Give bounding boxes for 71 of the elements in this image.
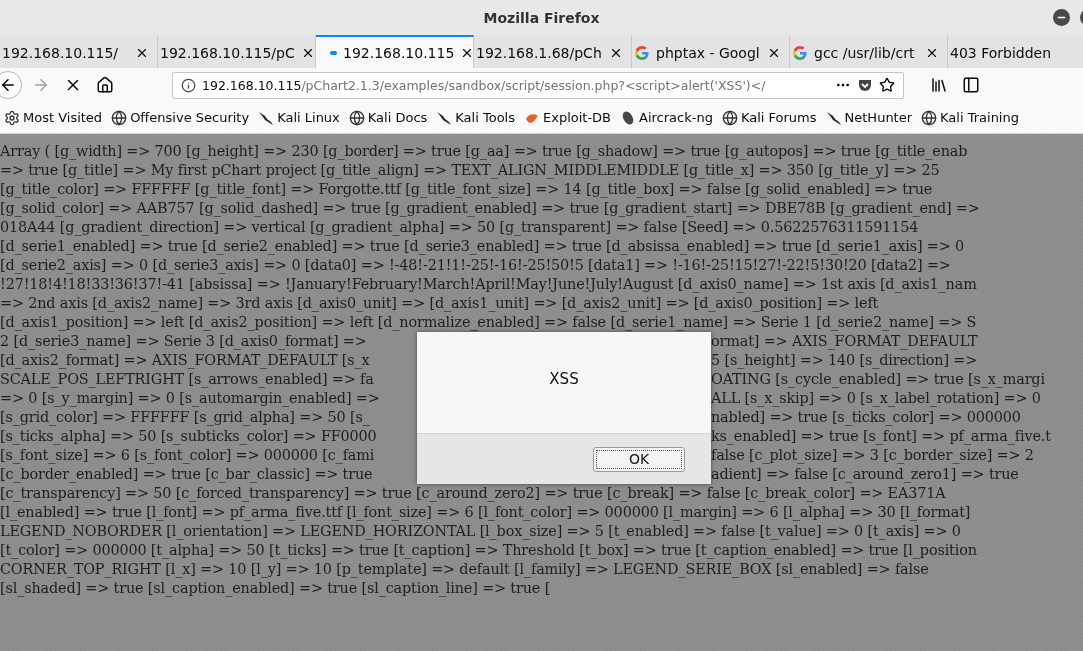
globe-icon xyxy=(721,109,738,126)
window-title: Mozilla Firefox xyxy=(483,9,600,26)
globe-icon xyxy=(111,109,128,126)
home-icon[interactable] xyxy=(96,76,114,94)
page-text: [c_border_enabled] => true [c_bar_classic] => true xyxy=(0,466,373,482)
tab-title: 192.168.10.115 xyxy=(343,44,455,61)
tab-title: gcc /usr/lib/crt xyxy=(814,44,916,61)
globe-icon xyxy=(921,109,938,126)
library-icon[interactable] xyxy=(930,76,948,94)
bookmark[interactable]: Kali Linux xyxy=(258,109,340,126)
page-text: !27!18!4!18!33!36!37!-41 [absissa] => !January!February!March!April!May!June!July!August [d_axis0_name] => 1st axis [d_axis1_nam xyxy=(0,275,977,294)
back-button[interactable] xyxy=(0,71,22,99)
bookmark[interactable]: Most Visited xyxy=(4,109,103,126)
pocket-icon[interactable] xyxy=(857,77,873,93)
bookmark[interactable]: Kali Training xyxy=(921,109,1019,126)
page-text: 2 [d_serie3_name] => Serie 3 [d_axis0_format] => xyxy=(0,333,367,349)
bookmark[interactable]: Aircrack-ng xyxy=(620,109,713,126)
page-text: ALL [s_x_skip] => 0 [s_x_label_rotation] => 0 xyxy=(711,389,1041,408)
google-icon xyxy=(634,44,650,61)
page-text: [d_axis1_position] => left [d_axis2_position] => left [d_normalize_enabled] => false [d_serie1_name] => Serie 1 [d_serie2_name] => S xyxy=(0,313,977,332)
bookmark[interactable]: Kali Forums xyxy=(721,109,817,126)
tab-title: 192.168.10.115/pC xyxy=(160,44,295,61)
address-bar[interactable]: 192.168.10.115/pChart2.1.3/examples/sandbox/script/session.php?<script>alert('XSS')</ xyxy=(172,71,904,99)
page-text: [s_grid_color] => FFFFFF [s_grid_alpha] => 50 [s_ xyxy=(0,409,370,425)
star-icon[interactable] xyxy=(879,77,895,93)
page-text: [d_serie2_axis] => 0 [d_serie3_axis] => 0 [data0] => !-48!-21!1!-25!-16!-25!50!5 [data1] => !-16!-25!15!27!-22!5!30!20 [data2] => xyxy=(0,256,951,275)
page-text: SCALE_POS_LEFTRIGHT [s_arrows_enabled] => fa xyxy=(0,371,374,387)
page-text: [l_enabled] => true [l_font] => pf_arma_five.ttf [l_font_size] => 6 [l_font_color] => 000000 [l_margin] => 6 [l_alpha] => 30 [l_format] xyxy=(0,503,971,522)
page-text: OATING [s_cycle_enabled] => true [s_x_margi xyxy=(711,370,1045,389)
bookmark[interactable]: Kali Docs xyxy=(348,109,428,126)
minimize-button[interactable] xyxy=(1053,9,1070,26)
page-text: => 2nd axis [d_axis2_name] => 3rd axis [d_axis0_unit] => [d_axis1_unit] => [d_axis2_unit] => [d_axis0_position] => left xyxy=(0,294,879,313)
page-text: ks_enabled] => true [s_font] => pf_arma_five.t xyxy=(711,427,1051,446)
page-text: Array ( [g_width] => 700 [g_height] => 230 [g_border] => true [g_aa] => true [g_shadow] => true [g_autopos] => true [g_title_enab xyxy=(0,142,968,161)
browser-tab[interactable]: 192.168.10.115 xyxy=(316,35,474,68)
tab-title: 192.168.10.115/ xyxy=(2,44,120,61)
page-text: [s_ticks_alpha] => 50 [s_subticks_color] => FF0000 xyxy=(0,428,377,444)
tab-title: phptax - Googl xyxy=(656,44,761,61)
page-text: false [c_plot_size] => 3 [c_border_size] => 2 xyxy=(711,446,1034,465)
tab-title: 192.168.1.68/pCh xyxy=(476,44,603,61)
page-text: [d_axis2_format] => AXIS_FORMAT_DEFAULT [s_x xyxy=(0,352,370,368)
bookmark[interactable]: NetHunter xyxy=(825,109,913,126)
page-text: nabled] => true [s_ticks_color] => 000000 xyxy=(711,408,1021,427)
globe-icon xyxy=(348,109,365,126)
info-icon[interactable] xyxy=(181,77,196,93)
url-host: 192.168.10.115 xyxy=(202,77,302,93)
page-text: [g_title_color] => FFFFFF [g_title_font] => Forgotte.ttf [g_title_font_size] => 14 [g_title_box] => false [g_solid_enabled] => true xyxy=(0,180,933,199)
page-text: => true [g_title] => My first pChart project [g_title_align] => TEXT_ALIGN_MIDDLEMIDDLE [g_title_x] => 350 [g_title_y] => 25 xyxy=(0,161,940,180)
google-icon xyxy=(792,44,808,61)
page-text: 018A44 [g_gradient_direction] => vertical [g_gradient_alpha] => 50 [g_transparent] => false [Seed] => 0.5622576311591154 xyxy=(0,218,919,237)
page-text: => 0 [s_y_margin] => 0 [s_automargin_enabled] => xyxy=(0,390,380,406)
page-text: [g_solid_color] => AAB757 [g_solid_dashed] => true [g_gradient_enabled] => true [g_gradient_start] => DBE78B [g_gradient_end] => xyxy=(0,199,980,218)
page-text: [c_transparency] => 50 [c_forced_transparency] => true [c_around_zero2] => true [c_break] => false [c_break_color] => EA371A xyxy=(0,484,946,503)
url-path: /pChart2.1.3/examples/sandbox/script/session.php?<script>alert('XSS')</ xyxy=(301,77,766,93)
bookmark[interactable]: Offensive Security xyxy=(111,109,250,126)
page-text: LEGEND_NOBORDER [l_orientation] => LEGEND_HORIZONTAL [l_box_size] => 5 [t_enabled] => false [t_value] => 0 [t_axis] => 0 xyxy=(0,522,961,541)
page-text: [d_serie1_enabled] => true [d_serie2_enabled] => true [d_serie3_enabled] => true [d_absissa_enabled] => true [d_serie1_axis] => 0 xyxy=(0,237,965,256)
page-text: ormat] => AXIS_FORMAT_DEFAULT xyxy=(711,332,978,351)
bookmark[interactable]: Kali Tools xyxy=(436,109,515,126)
page-text: [t_color] => 000000 [t_alpha] => 50 [t_ticks] => true [t_caption] => Threshold [t_box] => true [t_caption_enabled] => true [l_position xyxy=(0,541,977,560)
page-text: 5 [s_height] => 140 [s_direction] => xyxy=(711,351,978,370)
gear-icon xyxy=(4,109,20,126)
page-text: [s_font_size] => 6 [s_font_color] => 000000 [c_fami xyxy=(0,447,375,463)
alert-message: XSS xyxy=(549,370,579,388)
ok-button[interactable]: OK xyxy=(593,446,685,472)
bookmark[interactable]: Exploit-DB xyxy=(524,109,612,126)
page-text: CORNER_TOP_RIGHT [l_x] => 10 [l_y] => 10 [p_template] => default [l_family] => LEGEND_SERIE_BOX [sl_enabled] => false xyxy=(0,560,929,579)
tab-title: 403 Forbidden xyxy=(950,44,1053,61)
page-text: adient] => false [c_around_zero1] => true xyxy=(711,465,1019,484)
sidebar-icon[interactable] xyxy=(962,76,980,94)
page-text: [sl_shaded] => true [sl_caption_enabled] => true [sl_caption_line] => true [ xyxy=(0,579,551,598)
